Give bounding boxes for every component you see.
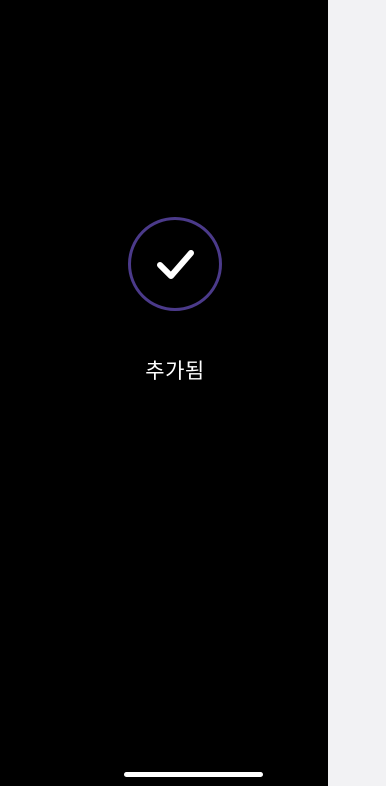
added-status-label: 추가됨 xyxy=(145,359,205,383)
confirmation-overlay: 추가됨 xyxy=(0,0,328,786)
home-indicator[interactable] xyxy=(124,772,263,777)
side-panel xyxy=(328,0,386,786)
success-badge xyxy=(128,217,222,311)
checkmark-icon xyxy=(157,250,194,279)
